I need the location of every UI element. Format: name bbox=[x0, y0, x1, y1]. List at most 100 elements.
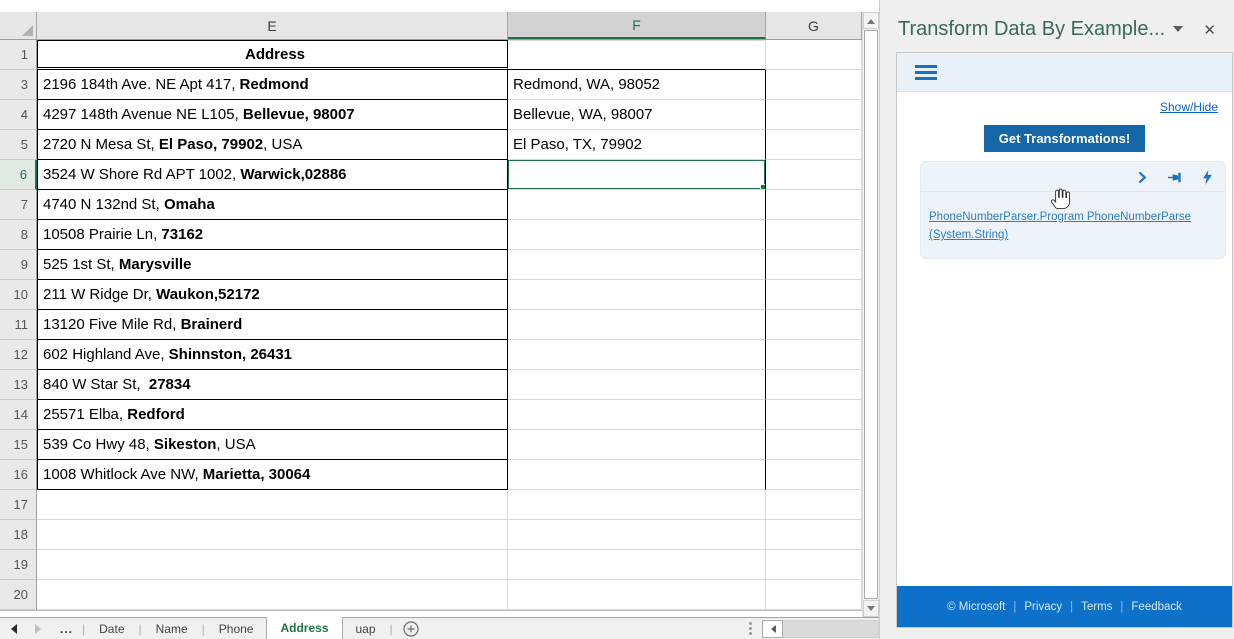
row-header-20[interactable]: 20 bbox=[0, 580, 37, 610]
cell-E17[interactable] bbox=[37, 490, 508, 520]
cell-E12[interactable]: 602 Highland Ave, Shinnston, 26431 bbox=[37, 340, 508, 370]
row-header-16[interactable]: 16 bbox=[0, 460, 37, 490]
cell-G10[interactable] bbox=[766, 280, 862, 310]
footer-link-terms[interactable]: Terms bbox=[1081, 601, 1112, 613]
cell-F8[interactable] bbox=[508, 220, 766, 250]
row-header-1[interactable]: 1 bbox=[0, 40, 37, 70]
cell-G4[interactable] bbox=[766, 100, 862, 130]
cell-F5[interactable]: El Paso, TX, 79902 bbox=[508, 130, 766, 160]
cell-F3[interactable]: Redmond, WA, 98052 bbox=[508, 70, 766, 100]
cell-G12[interactable] bbox=[766, 340, 862, 370]
cell-G19[interactable] bbox=[766, 550, 862, 580]
row-header-9[interactable]: 9 bbox=[0, 250, 37, 280]
cell-G1[interactable] bbox=[766, 40, 862, 70]
transformation-program-link[interactable]: PhoneNumberParser.Program PhoneNumberPar… bbox=[921, 192, 1225, 245]
cell-E8[interactable]: 10508 Prairie Ln, 73162 bbox=[37, 220, 508, 250]
cell-E15[interactable]: 539 Co Hwy 48, Sikeston, USA bbox=[37, 430, 508, 460]
cell-E16[interactable]: 1008 Whitlock Ave NW, Marietta, 30064 bbox=[37, 460, 508, 490]
cell-F11[interactable] bbox=[508, 310, 766, 340]
sheet-tab-name[interactable]: Name bbox=[143, 618, 201, 639]
sheet-tab-date[interactable]: Date bbox=[86, 618, 137, 639]
add-sheet-button[interactable] bbox=[394, 618, 428, 639]
show-hide-link[interactable]: Show/Hide bbox=[1160, 100, 1218, 114]
cell-G18[interactable] bbox=[766, 520, 862, 550]
vertical-scrollbar-thumb[interactable] bbox=[864, 30, 878, 599]
cell-G5[interactable] bbox=[766, 130, 862, 160]
cell-G17[interactable] bbox=[766, 490, 862, 520]
task-pane-menu-caret-icon[interactable] bbox=[1173, 26, 1183, 37]
cell-F9[interactable] bbox=[508, 250, 766, 280]
cell-E6[interactable]: 3524 W Shore Rd APT 1002, Warwick,02886 bbox=[37, 160, 508, 190]
vertical-scrollbar[interactable] bbox=[862, 12, 879, 617]
cell-G11[interactable] bbox=[766, 310, 862, 340]
cell-F18[interactable] bbox=[508, 520, 766, 550]
row-header-4[interactable]: 4 bbox=[0, 100, 37, 130]
cell-G16[interactable] bbox=[766, 460, 862, 490]
cell-E11[interactable]: 13120 Five Mile Rd, Brainerd bbox=[37, 310, 508, 340]
task-pane-close-button[interactable]: ✕ bbox=[1197, 21, 1222, 39]
cell-F19[interactable] bbox=[508, 550, 766, 580]
cell-G13[interactable] bbox=[766, 370, 862, 400]
tab-splitter-handle[interactable] bbox=[749, 622, 752, 635]
cell-E14[interactable]: 25571 Elba, Redford bbox=[37, 400, 508, 430]
hscroll-track[interactable] bbox=[783, 620, 879, 638]
cell-G7[interactable] bbox=[766, 190, 862, 220]
column-header-G[interactable]: G bbox=[766, 12, 862, 39]
tab-overflow[interactable]: ... bbox=[52, 618, 81, 639]
cell-F10[interactable] bbox=[508, 280, 766, 310]
sheet-tab-uap[interactable]: uap bbox=[343, 618, 389, 639]
cell-E3[interactable]: 2196 184th Ave. NE Apt 417, Redmond bbox=[37, 70, 508, 100]
select-all-corner[interactable] bbox=[0, 12, 37, 39]
row-header-3[interactable]: 3 bbox=[0, 70, 37, 100]
sheet-tab-phone[interactable]: Phone bbox=[206, 618, 267, 639]
row-header-8[interactable]: 8 bbox=[0, 220, 37, 250]
cell-E13[interactable]: 840 W Star St, 27834 bbox=[37, 370, 508, 400]
tab-scroll-right-button[interactable] bbox=[26, 618, 52, 639]
cell-F7[interactable] bbox=[508, 190, 766, 220]
row-header-19[interactable]: 19 bbox=[0, 550, 37, 580]
row-header-10[interactable]: 10 bbox=[0, 280, 37, 310]
cell-G20[interactable] bbox=[766, 580, 862, 610]
cell-E4[interactable]: 4297 148th Avenue NE L105, Bellevue, 980… bbox=[37, 100, 508, 130]
cell-G3[interactable] bbox=[766, 70, 862, 100]
hscroll-left-button[interactable] bbox=[762, 620, 783, 638]
expand-chevron-icon[interactable] bbox=[1136, 171, 1149, 184]
cell-F16[interactable] bbox=[508, 460, 766, 490]
column-header-E[interactable]: E bbox=[37, 12, 508, 39]
cell-F15[interactable] bbox=[508, 430, 766, 460]
row-header-18[interactable]: 18 bbox=[0, 520, 37, 550]
row-header-11[interactable]: 11 bbox=[0, 310, 37, 340]
cell-E9[interactable]: 525 1st St, Marysville bbox=[37, 250, 508, 280]
row-header-17[interactable]: 17 bbox=[0, 490, 37, 520]
horizontal-scrollbar[interactable] bbox=[749, 618, 879, 639]
row-header-15[interactable]: 15 bbox=[0, 430, 37, 460]
sheet-tab-address[interactable]: Address bbox=[266, 617, 342, 639]
cell-G8[interactable] bbox=[766, 220, 862, 250]
get-transformations-button[interactable]: Get Transformations! bbox=[984, 125, 1145, 152]
cell-F1[interactable] bbox=[508, 40, 766, 70]
pin-icon[interactable] bbox=[1167, 171, 1184, 184]
cell-E1[interactable]: Address bbox=[37, 40, 508, 70]
cell-E19[interactable] bbox=[37, 550, 508, 580]
cell-E20[interactable] bbox=[37, 580, 508, 610]
cell-G14[interactable] bbox=[766, 400, 862, 430]
cell-F12[interactable] bbox=[508, 340, 766, 370]
hamburger-menu-icon[interactable] bbox=[915, 65, 937, 80]
footer-link-privacy[interactable]: Privacy bbox=[1024, 601, 1062, 613]
cell-E18[interactable] bbox=[37, 520, 508, 550]
cell-F17[interactable] bbox=[508, 490, 766, 520]
scroll-down-button[interactable] bbox=[863, 600, 879, 617]
row-header-7[interactable]: 7 bbox=[0, 190, 37, 220]
row-header-5[interactable]: 5 bbox=[0, 130, 37, 160]
cell-F20[interactable] bbox=[508, 580, 766, 610]
cell-F4[interactable]: Bellevue, WA, 98007 bbox=[508, 100, 766, 130]
row-header-6[interactable]: 6 bbox=[0, 160, 37, 190]
column-header-F[interactable]: F bbox=[508, 12, 766, 39]
scroll-up-button[interactable] bbox=[863, 12, 879, 29]
cell-E10[interactable]: 211 W Ridge Dr, Waukon,52172 bbox=[37, 280, 508, 310]
footer-link-feedback[interactable]: Feedback bbox=[1131, 601, 1182, 613]
cell-F6-active[interactable] bbox=[508, 160, 766, 190]
row-header-14[interactable]: 14 bbox=[0, 400, 37, 430]
cell-E7[interactable]: 4740 N 132nd St, Omaha bbox=[37, 190, 508, 220]
row-header-12[interactable]: 12 bbox=[0, 340, 37, 370]
